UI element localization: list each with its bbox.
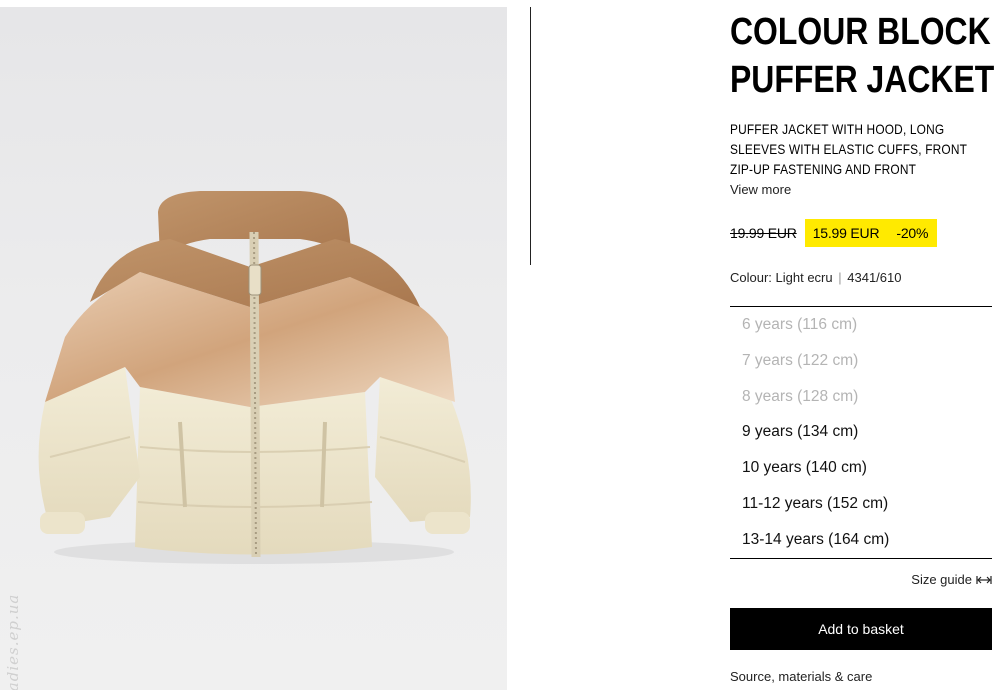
colour-info: Colour: Light ecru | 4341/610 — [730, 270, 902, 285]
colour-label: Colour: Light ecru — [730, 270, 833, 285]
size-option[interactable]: 9 years (134 cm) — [742, 414, 992, 450]
product-title: COLOUR BLOCK PUFFER JACKET — [730, 8, 994, 104]
price-block: 19.99 EUR 15.99 EUR -20% — [730, 219, 938, 247]
product-title-line1: COLOUR BLOCK — [730, 11, 991, 53]
size-guide-label: Size guide — [911, 572, 972, 587]
source-materials-care-link[interactable]: Source, materials & care — [730, 669, 872, 684]
size-option[interactable]: 10 years (140 cm) — [742, 450, 992, 486]
product-title-line2: PUFFER JACKET — [730, 59, 995, 101]
ruler-arrows-icon — [976, 575, 992, 584]
size-list-bottom-border — [730, 558, 992, 559]
discount-percent: -20% — [896, 225, 929, 241]
view-more-link[interactable]: View more — [730, 182, 791, 197]
watermark-text: ladies.ep.ua — [4, 593, 22, 690]
size-option[interactable]: 13-14 years (164 cm) — [742, 522, 992, 558]
size-option[interactable]: 8 years (128 cm) — [742, 379, 992, 415]
add-to-basket-button[interactable]: Add to basket — [730, 608, 992, 650]
puffer-jacket-photo — [38, 191, 471, 564]
colour-separator: | — [838, 270, 842, 285]
size-guide-link[interactable]: Size guide — [911, 572, 992, 587]
divider-line — [530, 7, 531, 265]
product-image[interactable]: ladies.ep.ua — [0, 7, 507, 690]
size-option[interactable]: 6 years (116 cm) — [742, 307, 992, 343]
product-description: PUFFER JACKET WITH HOOD, LONG SLEEVES WI… — [730, 121, 967, 177]
size-option[interactable]: 11-12 years (152 cm) — [742, 486, 992, 522]
size-selector: 6 years (116 cm) 7 years (122 cm) 8 year… — [742, 307, 992, 558]
sale-price-badge: 15.99 EUR -20% — [804, 219, 938, 247]
product-reference: 4341/610 — [847, 270, 902, 285]
old-price: 19.99 EUR — [730, 225, 797, 241]
size-option[interactable]: 7 years (122 cm) — [742, 343, 992, 379]
new-price: 15.99 EUR — [812, 225, 880, 241]
